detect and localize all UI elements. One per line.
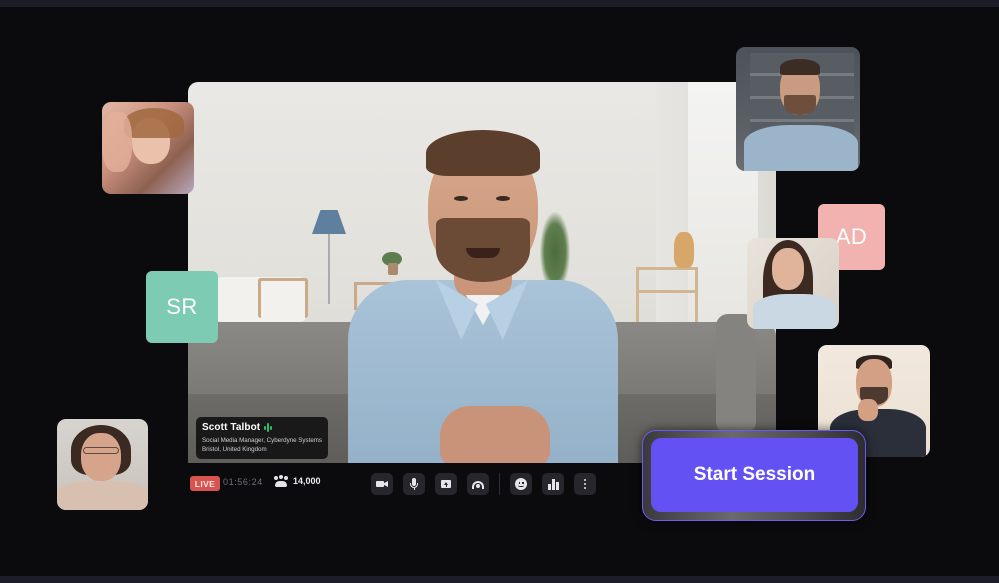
sofa-arm (716, 314, 756, 434)
speaker-role: Social Media Manager, Cyberdyne Systems (202, 437, 323, 444)
participant-sweater (57, 481, 148, 510)
participant-blouse (753, 294, 837, 329)
more-vertical-icon (579, 478, 591, 490)
screen-share-icon (440, 478, 452, 490)
stats-button[interactable] (542, 473, 564, 495)
participant-hair (780, 59, 820, 75)
reactions-button[interactable] (510, 473, 532, 495)
toolbar-divider (499, 473, 500, 495)
viewer-count: 14,000 (274, 475, 321, 487)
participant-tile-woman-glasses[interactable] (57, 419, 148, 510)
speaker-eye-right (496, 196, 510, 201)
speaker-location: Bristol, United Kingdom (202, 446, 267, 453)
participant-tile-sr[interactable]: SR (146, 271, 218, 343)
video-background-shelf-board (636, 290, 698, 293)
elapsed-time: 01:56:24 (223, 477, 263, 487)
live-badge: LIVE (190, 476, 220, 491)
participant-face (772, 248, 804, 290)
video-background-bed-frame (258, 278, 308, 318)
microphone-icon (408, 478, 420, 490)
share-screen-button[interactable] (435, 473, 457, 495)
people-icon (274, 475, 288, 487)
speaker-eye-left (454, 196, 468, 201)
more-options-button[interactable] (574, 473, 596, 495)
top-border (0, 0, 999, 7)
speaker-hands (440, 406, 550, 463)
participant-tile-woman-waving[interactable] (102, 102, 194, 194)
main-speaker-video[interactable] (188, 82, 776, 463)
bottom-border (0, 576, 999, 583)
video-camera-icon (376, 478, 388, 490)
speaker-figure (348, 130, 618, 463)
speaker-mouth (466, 248, 500, 258)
audio-wave-icon (264, 423, 273, 432)
viewer-count-value: 14,000 (293, 476, 321, 486)
microphone-button[interactable] (403, 473, 425, 495)
participant-hand (858, 399, 878, 421)
start-session-button[interactable]: Start Session (651, 438, 858, 512)
smiley-icon (515, 478, 527, 490)
participant-face (81, 433, 121, 481)
speaker-hair (426, 130, 540, 176)
speaker-name-tag: Scott Talbot Social Media Manager, Cyber… (196, 417, 328, 459)
participant-shirt (744, 125, 858, 171)
bar-chart-icon (547, 478, 559, 490)
video-background-vase (674, 232, 694, 268)
participant-beard (784, 95, 816, 115)
broadcast-button[interactable] (467, 473, 489, 495)
participant-hand (102, 112, 132, 172)
broadcast-icon (472, 478, 484, 490)
video-background-lamp-pole (328, 234, 330, 304)
participant-tile-woman-long-hair[interactable] (747, 238, 839, 329)
participant-glasses (83, 447, 119, 454)
participant-tile-man-bookshelf[interactable] (736, 47, 860, 171)
video-background-lamp (312, 210, 346, 234)
speaker-name: Scott Talbot (202, 422, 261, 433)
participant-hair (124, 108, 184, 138)
camera-button[interactable] (371, 473, 393, 495)
